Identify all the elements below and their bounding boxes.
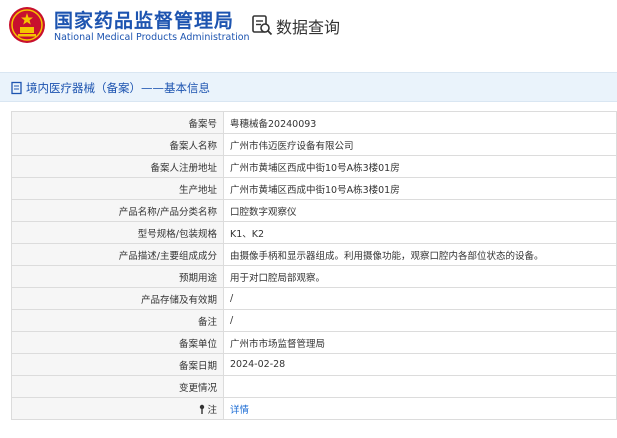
row-label: 备案单位 bbox=[11, 331, 224, 354]
table-row: 产品描述/主要组成成分 由摄像手柄和显示器组成。利用摄像功能，观察口腔内各部位状… bbox=[11, 243, 617, 266]
national-emblem-icon bbox=[9, 7, 45, 43]
row-value: / bbox=[223, 287, 617, 310]
note-label-text: 注 bbox=[207, 404, 217, 416]
row-label: 生产地址 bbox=[11, 177, 224, 200]
section-bar: 境内医疗器械（备案）——基本信息 bbox=[0, 72, 617, 102]
row-value bbox=[223, 375, 617, 398]
table-row: 备案日期 2024-02-28 bbox=[11, 353, 617, 376]
table-row: 产品存储及有效期 / bbox=[11, 287, 617, 310]
table-row: 备案人注册地址 广州市黄埔区西成中街10号A栋3楼01房 bbox=[11, 155, 617, 178]
table-row: 备案号 粤穗械备20240093 bbox=[11, 111, 617, 134]
row-value: 广州市伟迈医疗设备有限公司 bbox=[223, 133, 617, 156]
row-value: 2024-02-28 bbox=[223, 353, 617, 376]
row-label-note: 注 bbox=[11, 397, 224, 420]
detail-table: 备案号 粤穗械备20240093 备案人名称 广州市伟迈医疗设备有限公司 备案人… bbox=[11, 111, 617, 420]
module-title: 数据查询 bbox=[276, 18, 341, 37]
table-row: 备案单位 广州市市场监督管理局 bbox=[11, 331, 617, 354]
section-title: 境内医疗器械（备案）——基本信息 bbox=[26, 81, 210, 95]
row-value: 广州市黄埔区西成中街10号A栋3楼01房 bbox=[223, 155, 617, 178]
org-name-cn: 国家药品监督管理局 bbox=[54, 10, 235, 32]
details-link[interactable]: 详情 bbox=[230, 405, 249, 416]
row-value: 口腔数字观察仪 bbox=[223, 199, 617, 222]
row-value: / bbox=[223, 309, 617, 332]
note-icon bbox=[200, 404, 205, 414]
row-value: K1、K2 bbox=[223, 221, 617, 244]
site-header: 国家药品监督管理局 National Medical Products Admi… bbox=[0, 0, 617, 60]
org-name-en: National Medical Products Administration bbox=[54, 32, 250, 43]
row-value: 粤穗械备20240093 bbox=[223, 111, 617, 134]
row-value: 由摄像手柄和显示器组成。利用摄像功能，观察口腔内各部位状态的设备。 bbox=[223, 243, 617, 266]
row-label: 预期用途 bbox=[11, 265, 224, 288]
row-label: 备案号 bbox=[11, 111, 224, 134]
table-row: 生产地址 广州市黄埔区西成中街10号A栋3楼01房 bbox=[11, 177, 617, 200]
row-value: 详情 bbox=[223, 397, 617, 420]
row-label: 产品存储及有效期 bbox=[11, 287, 224, 310]
table-row: 变更情况 bbox=[11, 375, 617, 398]
row-label: 型号规格/包装规格 bbox=[11, 221, 224, 244]
table-row: 产品名称/产品分类名称 口腔数字观察仪 bbox=[11, 199, 617, 222]
table-row: 备注 / bbox=[11, 309, 617, 332]
table-row: 预期用途 用于对口腔局部观察。 bbox=[11, 265, 617, 288]
row-value: 用于对口腔局部观察。 bbox=[223, 265, 617, 288]
table-row: 备案人名称 广州市伟迈医疗设备有限公司 bbox=[11, 133, 617, 156]
row-label: 变更情况 bbox=[11, 375, 224, 398]
table-row: 型号规格/包装规格 K1、K2 bbox=[11, 221, 617, 244]
row-label: 备案人注册地址 bbox=[11, 155, 224, 178]
table-row: 注 详情 bbox=[11, 397, 617, 420]
data-query-icon bbox=[252, 15, 273, 36]
row-value: 广州市黄埔区西成中街10号A栋3楼01房 bbox=[223, 177, 617, 200]
row-label: 备案日期 bbox=[11, 353, 224, 376]
row-value: 广州市市场监督管理局 bbox=[223, 331, 617, 354]
row-label: 产品名称/产品分类名称 bbox=[11, 199, 224, 222]
row-label: 产品描述/主要组成成分 bbox=[11, 243, 224, 266]
row-label: 备案人名称 bbox=[11, 133, 224, 156]
row-label: 备注 bbox=[11, 309, 224, 332]
document-icon bbox=[11, 81, 22, 95]
